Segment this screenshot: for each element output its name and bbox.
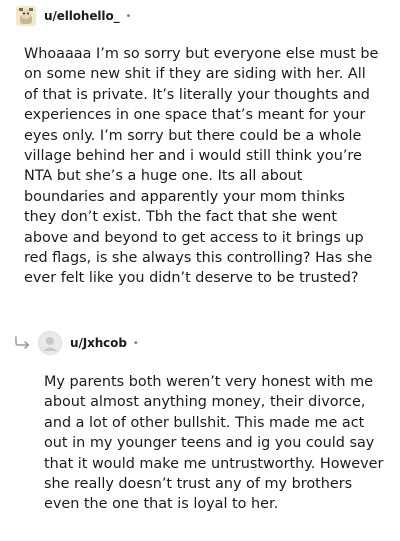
- separator-dot: •: [132, 337, 139, 349]
- comment-header: u/ellohello_ •: [16, 5, 131, 27]
- reply-arrow-icon: [15, 336, 30, 349]
- comment-author[interactable]: u/ellohello_: [44, 9, 120, 23]
- default-avatar-icon[interactable]: [38, 331, 62, 355]
- comment-body: Whoaaaa I’m so sorry but everyone else m…: [24, 46, 379, 287]
- comment-body: My parents both weren’t very honest with…: [44, 374, 384, 513]
- comment-header: u/Jxhcob •: [38, 330, 139, 356]
- comment-author[interactable]: u/Jxhcob: [70, 336, 127, 350]
- snoo-avatar-icon[interactable]: [16, 6, 36, 26]
- separator-dot: •: [125, 10, 132, 22]
